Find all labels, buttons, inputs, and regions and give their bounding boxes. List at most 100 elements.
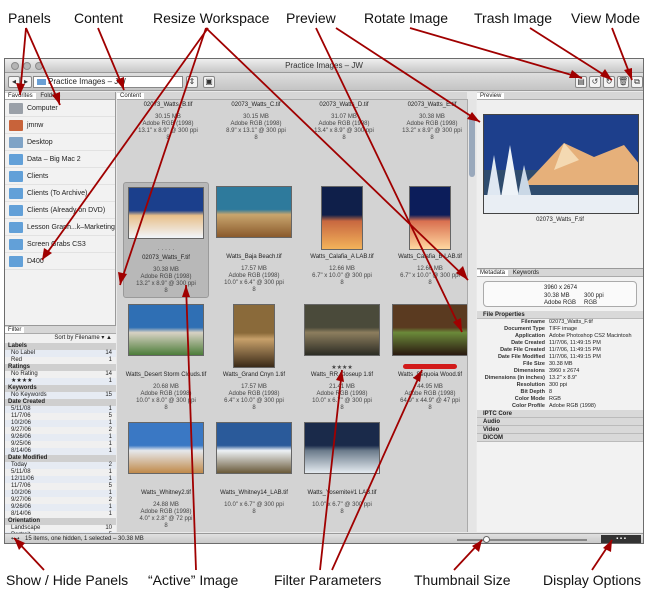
red-label-bar: [403, 364, 457, 369]
tab-keywords[interactable]: Keywords: [510, 270, 542, 276]
active-thumbnail[interactable]: · · · · · 02073_Watts_F.tif 30.38 MB Adobe …: [123, 182, 209, 298]
metadata-section[interactable]: Audio: [477, 418, 643, 426]
favorite-item[interactable]: jmnw: [5, 117, 115, 134]
thumbnail-size-slider[interactable]: [457, 539, 587, 541]
thumbnail-metadata: 17.57 MB Adobe RGB (1998) 10.0" x 6.4" @ 3…: [224, 266, 284, 293]
get-photos-icon[interactable]: ▤: [575, 76, 587, 88]
filter-group-header[interactable]: Ratings: [5, 364, 116, 371]
thumbnail-cell[interactable]: ★★★★ Watts_RR Closeup 1.tif 21.41 MB Adobe …: [299, 300, 385, 416]
filter-row[interactable]: Landscape 10: [5, 525, 116, 532]
trash-icon[interactable]: 🗑: [617, 76, 629, 88]
thumbnail-metadata: 30.38 MB Adobe RGB (1998) 13.2" x 8.9" @ 3…: [136, 267, 196, 294]
favorite-item[interactable]: Screen Grabs CS3: [5, 236, 115, 253]
thumbnail-cell[interactable]: 02073_Watts_E.tif 30.38 MB Adobe RGB (1998…: [389, 92, 467, 176]
filter-row[interactable]: 8/14/06 1: [5, 448, 116, 455]
thumbnail-cell[interactable]: 02073_Watts_B.tif 30.15 MB Adobe RGB (1998…: [125, 92, 211, 176]
filter-row[interactable]: 9/27/06 2: [5, 497, 116, 504]
callout-panels: Panels: [8, 10, 51, 26]
filter-row[interactable]: 10/2/06 1: [5, 420, 116, 427]
callout-resize-workspace: Resize Workspace: [153, 10, 270, 26]
callout-preview: Preview: [286, 10, 336, 26]
back-icon[interactable]: ◂: [8, 76, 20, 88]
rating-stars[interactable]: ★★★★: [299, 364, 385, 371]
favorite-item[interactable]: Clients: [5, 168, 115, 185]
status-bar: ⟷ 15 items, one hidden, 1 selected – 30.…: [5, 533, 643, 543]
thumbnail-filename: Watts_Whitney2.tif: [141, 490, 191, 496]
thumbnail-cell[interactable]: Watts_Whitney14_LAB.tif 10.0" x 6.7" @ 30…: [211, 418, 297, 532]
favorite-item[interactable]: Desktop: [5, 134, 115, 151]
filter-group-header[interactable]: Orientation: [5, 518, 116, 525]
filter-row[interactable]: 8/14/06 1: [5, 511, 116, 518]
filter-row[interactable]: 10/2/06 1: [5, 490, 116, 497]
callout-rotate-image: Rotate Image: [364, 10, 449, 26]
filter-row[interactable]: No Rating 14: [5, 371, 116, 378]
filter-row[interactable]: 9/27/06 2: [5, 427, 116, 434]
filter-row[interactable]: 5/11/08 1: [5, 469, 116, 476]
thumbnail-cell[interactable]: Watts_Calafia_B LAB.tif 12.66 MB 6.7" x 10…: [387, 182, 467, 298]
metadata-section[interactable]: DICOM: [477, 434, 643, 442]
filter-row[interactable]: 9/26/06 1: [5, 504, 116, 511]
tab-folders[interactable]: Folders: [37, 93, 63, 99]
rating-stars[interactable]: · · · · ·: [124, 247, 208, 253]
tab-favorites[interactable]: Favorites: [5, 93, 36, 99]
thumbnail-filename: Watts_Calafia_A LAB.tif: [310, 254, 374, 260]
filter-group-header[interactable]: Date Modified: [5, 455, 116, 462]
rotate-left-icon[interactable]: ↺: [589, 76, 601, 88]
thumbnail-cell[interactable]: Watts_Calafia_A LAB.tif 12.66 MB 6.7" x 10…: [299, 182, 385, 298]
filter-row[interactable]: Today 2: [5, 462, 116, 469]
favorite-item[interactable]: Clients (Already on DVD): [5, 202, 115, 219]
recent-folder-icon[interactable]: ▣: [203, 76, 215, 88]
thumbnail-cell[interactable]: Watts_Whitney2.tif 24.88 MB Adobe RGB (199…: [123, 418, 209, 532]
filter-row[interactable]: 9/26/06 1: [5, 434, 116, 441]
thumbnail-cell[interactable]: 02073_Watts_D.tif 31.07 MB Adobe RGB (1998…: [301, 92, 387, 176]
tab-metadata[interactable]: Metadata: [477, 270, 509, 276]
filter-row[interactable]: No Keywords 15: [5, 392, 116, 399]
thumbnail-cell[interactable]: Watts_Baja Beach.tif 17.57 MB Adobe RGB (1…: [211, 182, 297, 298]
thumbnail-cell[interactable]: Watts_Yosemite#1 LAB.tif 10.0" x 6.7" @ 3…: [299, 418, 385, 532]
content-scrollbar[interactable]: [467, 99, 476, 532]
thumbnail-metadata: 20.68 MB Adobe RGB (1998) 10.0" x 8.0" @ 3…: [136, 384, 196, 411]
thumbnail-size-handle[interactable]: [483, 536, 490, 543]
filter-group-header[interactable]: Date Created: [5, 399, 116, 406]
favorite-item[interactable]: D400: [5, 253, 115, 270]
favorite-item[interactable]: Computer: [5, 100, 115, 117]
tab-filter[interactable]: Filter: [5, 327, 25, 333]
path-stepper[interactable]: ⇕: [186, 76, 198, 88]
filter-row[interactable]: 12/11/06 1: [5, 476, 116, 483]
thumbnail-cell[interactable]: 02073_Watts_C.tif 30.15 MB Adobe RGB (1998…: [213, 92, 299, 176]
sort-control[interactable]: Sort by Filename ▾ ▲: [5, 334, 116, 343]
filter-row[interactable]: Red 1: [5, 357, 116, 364]
folder-icon: [9, 153, 23, 165]
metadata-section[interactable]: IPTC Core: [477, 410, 643, 418]
favorite-item[interactable]: Lesson Graph...k–Marketing: [5, 219, 115, 236]
filter-group-header[interactable]: Keywords: [5, 385, 116, 392]
folder-icon: [9, 187, 23, 199]
filter-group-header[interactable]: Labels: [5, 343, 116, 350]
path-dropdown[interactable]: Practice Images – JW: [33, 76, 183, 88]
forward-icon[interactable]: ▸: [20, 76, 32, 88]
filter-row[interactable]: 9/25/06 1: [5, 441, 116, 448]
section-file-properties[interactable]: File Properties: [477, 311, 643, 319]
filter-row[interactable]: 5/11/08 1: [5, 406, 116, 413]
thumbnail-cell[interactable]: Watts_Desert Storm Clouds.tif 20.68 MB Ado…: [123, 300, 209, 416]
filter-row[interactable]: ★★★★ 1: [5, 378, 116, 385]
show-hide-panels-icon[interactable]: ⟷: [11, 534, 20, 543]
thumbnail-cell[interactable]: Watts_Sequoia Wood.tif 44.95 MB Adobe RGB …: [387, 300, 467, 416]
filter-row[interactable]: 11/7/06 5: [5, 483, 116, 490]
title-bar[interactable]: Practice Images – JW: [5, 59, 643, 73]
favorite-item[interactable]: Clients (To Archive): [5, 185, 115, 202]
metadata-section[interactable]: Video: [477, 426, 643, 434]
rotate-right-icon[interactable]: ↻: [603, 76, 615, 88]
filter-groups: Labels No Label 14 Red 1 Ratings No Rating 14 ★★…: [5, 343, 116, 535]
filter-row[interactable]: No Label 14: [5, 350, 116, 357]
view-mode-icon[interactable]: ⧉: [631, 76, 643, 88]
display-options-buttons[interactable]: ▪ ▪ ▪: [601, 535, 641, 543]
thumbnail-cell[interactable]: Watts_Grand Cnyn 1.tif 17.57 MB Adobe RGB …: [211, 300, 297, 416]
scrollbar-thumb[interactable]: [469, 117, 475, 177]
filter-row[interactable]: 11/7/06 5: [5, 413, 116, 420]
tab-preview[interactable]: Preview: [477, 93, 505, 99]
favorite-item[interactable]: Data – Big Mac 2: [5, 151, 115, 168]
thumbnail-cell[interactable]: [387, 418, 467, 532]
preview-image[interactable]: [483, 114, 639, 214]
metadata-summary: 3960 x 2674 30.38 MB 300 ppi Adobe RGB R…: [483, 281, 637, 307]
